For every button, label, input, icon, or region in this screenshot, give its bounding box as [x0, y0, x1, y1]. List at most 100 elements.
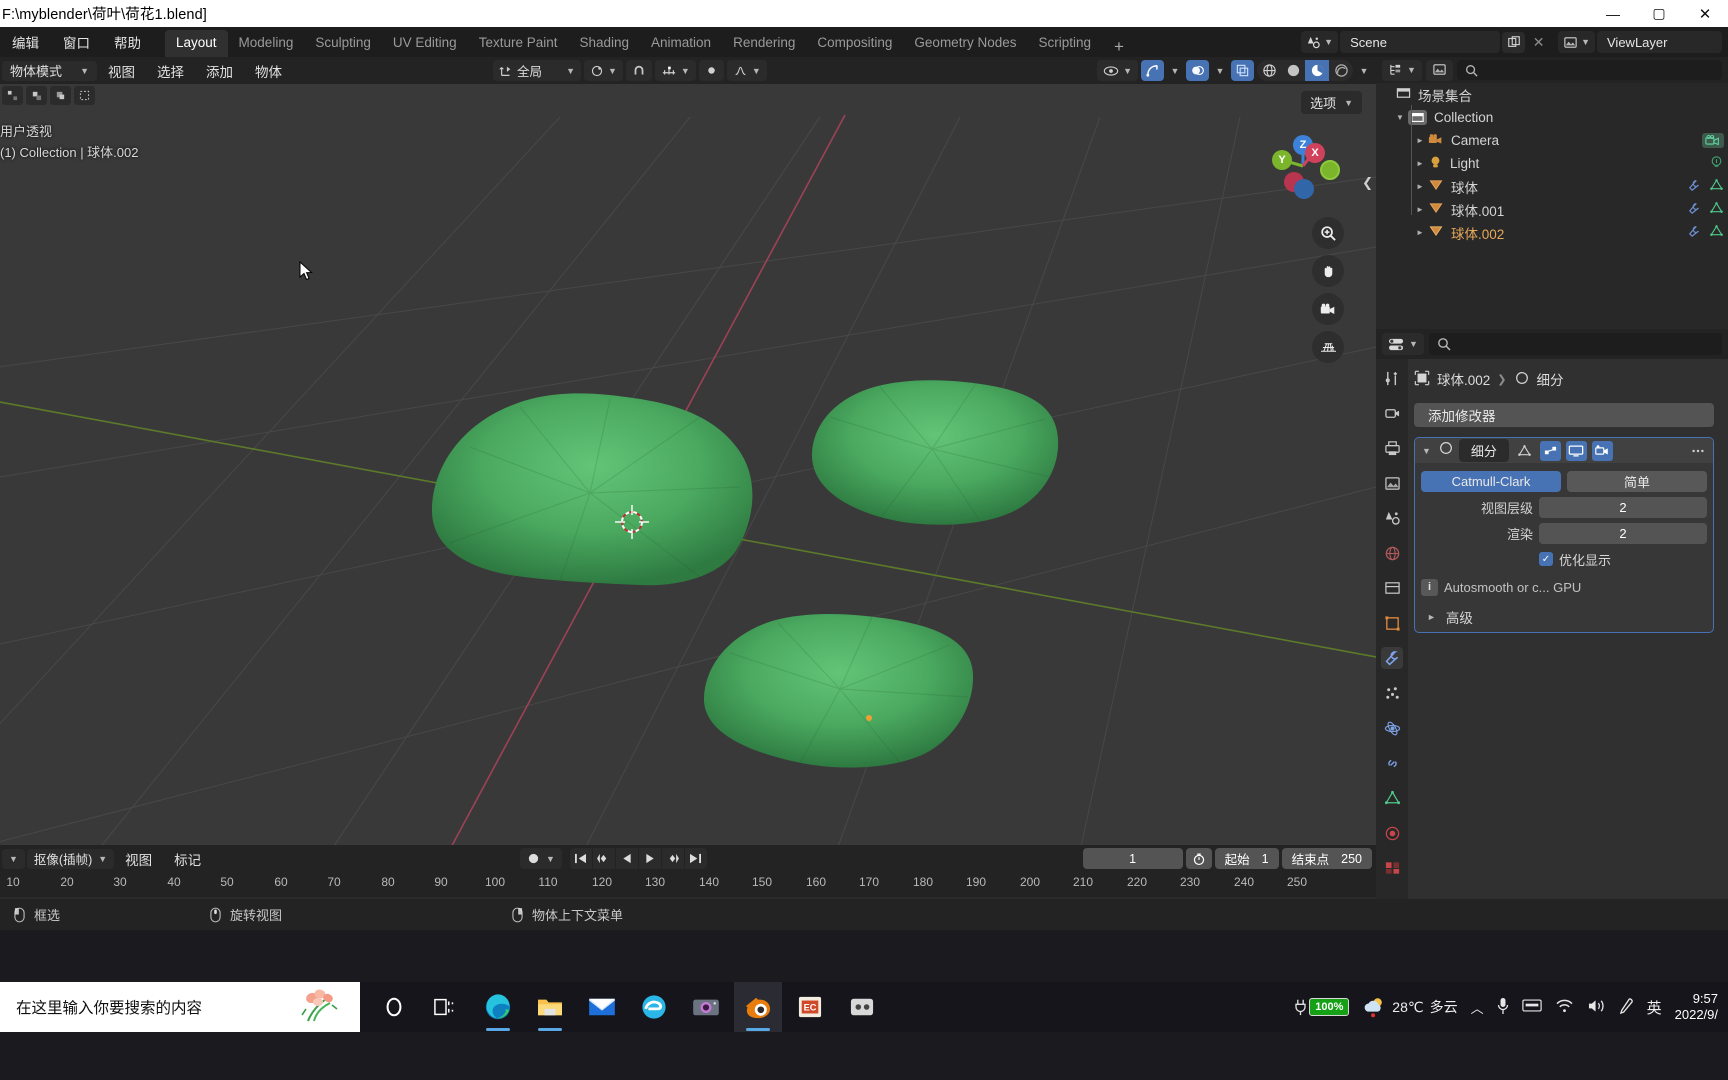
viewport-menu-view[interactable]: 视图 [97, 61, 146, 81]
use-preview-range-icon[interactable] [1185, 848, 1212, 869]
material-icon[interactable] [1381, 822, 1403, 844]
chevron-right-icon[interactable]: ► [1421, 612, 1436, 622]
chevron-up-icon[interactable]: ︿ [1471, 998, 1484, 1017]
chevron-down-icon[interactable]: ▼ [1356, 60, 1372, 81]
maximize-button[interactable]: ▢ [1636, 0, 1682, 27]
proportional-edit-button[interactable] [698, 60, 724, 81]
light-object-icon[interactable] [1709, 155, 1724, 172]
scene-icon[interactable] [1381, 507, 1403, 529]
chevron-down-icon[interactable]: ▼ [1167, 60, 1183, 81]
particles-icon[interactable] [1381, 682, 1403, 704]
grid-icon[interactable] [1312, 331, 1344, 363]
overlays-toggle-button[interactable] [1186, 60, 1209, 81]
current-frame-field[interactable]: 1 [1082, 848, 1183, 869]
gizmo-toggle-button[interactable] [1141, 60, 1164, 81]
jump-start-icon[interactable] [569, 848, 592, 869]
outliner-row-sphere[interactable]: ► 球体 [1376, 175, 1728, 198]
tab-animation[interactable]: Animation [640, 30, 722, 57]
chevron-down-icon[interactable]: ▼ [1420, 446, 1433, 456]
tool-icon[interactable] [1381, 367, 1403, 389]
outliner-row-collection[interactable]: ▼ Collection [1376, 106, 1728, 129]
modifier-panel[interactable]: ▼ 细分 Catmull-Clark 简单 视图层级 2 渲染 2 ✓ 优化显示… [1414, 437, 1714, 633]
texture-icon[interactable] [1381, 857, 1403, 879]
solid-icon[interactable] [1281, 60, 1305, 81]
3d-viewport[interactable]: 物体模式 ▼ 视图 选择 添加 物体 全局 ▼ ▼ ▼ ▼ ▼ ▼ ▼ ▼ 用户… [0, 57, 1376, 845]
properties-editor-type-dropdown[interactable]: ▼ [1382, 333, 1424, 355]
modifier-icon[interactable] [1686, 201, 1702, 218]
properties-editor[interactable]: ▼ 球体.002 ❯ 细分 添加修改器 ▼ 细分 Catmull-Clark 简… [1376, 329, 1728, 899]
mesh-data-icon[interactable] [1709, 201, 1724, 218]
transform-orientation-dropdown[interactable]: 全局 ▼ [493, 60, 581, 81]
sidebar-expand-arrow[interactable]: ❮ [1362, 175, 1373, 191]
outliner-row-camera[interactable]: ► Camera [1376, 129, 1728, 152]
edit-mode-icon[interactable] [1514, 441, 1535, 461]
outliner-row-light[interactable]: ► Light [1376, 152, 1728, 175]
camera-object-icon[interactable] [1702, 133, 1724, 148]
expand-icon[interactable]: ► [1412, 182, 1428, 191]
taskbar-search-input[interactable]: 在这里输入你要搜索的内容 [0, 982, 360, 1032]
viewlayer-name-field[interactable]: ViewLayer [1597, 31, 1722, 53]
viewport-levels-value[interactable]: 2 [1539, 496, 1707, 518]
play-reverse-icon[interactable] [615, 848, 638, 869]
volume-icon[interactable] [1587, 998, 1606, 1017]
modifier-extras-icon[interactable] [1687, 441, 1708, 461]
object-icon[interactable] [1381, 612, 1403, 634]
modifier-icon[interactable] [1381, 647, 1403, 669]
start-frame-field[interactable]: 起始 1 [1214, 848, 1279, 869]
gizmo-axis-neg-y[interactable] [1320, 160, 1340, 180]
menu-edit[interactable]: 编辑 [0, 32, 51, 52]
cortana-icon[interactable] [370, 982, 418, 1032]
tab-modeling[interactable]: Modeling [228, 30, 305, 57]
falloff-dropdown[interactable]: ▼ [726, 60, 767, 81]
render-icon[interactable] [1591, 440, 1613, 461]
mesh-data-icon[interactable] [1709, 178, 1724, 195]
expand-icon[interactable]: ► [1412, 159, 1428, 168]
clock[interactable]: 9:57 2022/9/ [1675, 991, 1722, 1023]
timeline-menu-marker[interactable]: 标记 [163, 849, 212, 869]
filter-icon[interactable] [1425, 59, 1453, 81]
data-icon[interactable] [1381, 787, 1403, 809]
editor-type-dropdown[interactable]: ▼ [2, 848, 25, 869]
tab-shading[interactable]: Shading [568, 30, 640, 57]
blender-icon[interactable] [734, 982, 782, 1032]
camera-app-icon[interactable] [682, 982, 730, 1032]
wifi-icon[interactable] [1555, 998, 1574, 1016]
expand-icon[interactable]: ► [1412, 228, 1428, 237]
weather-widget[interactable]: 28℃ 多云 [1362, 996, 1458, 1018]
tab-compositing[interactable]: Compositing [806, 30, 903, 57]
viewport-menu-add[interactable]: 添加 [195, 61, 244, 81]
breadcrumb-object-name[interactable]: 球体.002 [1437, 369, 1490, 389]
app-icon[interactable] [838, 982, 886, 1032]
camera-icon[interactable] [1312, 293, 1344, 325]
visibility-dropdown[interactable]: ▼ [1097, 60, 1138, 81]
world-icon[interactable] [1381, 542, 1403, 564]
render-icon[interactable] [1381, 402, 1403, 424]
viewlayer-icon[interactable]: ▼ [1558, 31, 1595, 53]
zoom-icon[interactable] [1312, 217, 1344, 249]
wireframe-icon[interactable] [1257, 60, 1281, 81]
gizmo-axis-neg-z[interactable] [1294, 179, 1314, 199]
xray-toggle-button[interactable] [1231, 60, 1254, 81]
close-button[interactable]: ✕ [1682, 0, 1728, 27]
keying-set-dropdown[interactable]: 抠像(插帧) ▼ [26, 848, 115, 869]
navigation-gizmo[interactable]: Z X Y [1266, 129, 1340, 203]
keyboard-icon[interactable] [1521, 998, 1542, 1016]
timeline-ruler[interactable]: 10 20 30 40 50 60 70 80 90 100 110 120 1… [0, 875, 1376, 897]
powerpoint-icon[interactable]: EC [786, 982, 834, 1032]
viewport-menu-select[interactable]: 选择 [146, 61, 195, 81]
menu-window[interactable]: 窗口 [51, 32, 102, 52]
outliner-row-sphere-001[interactable]: ► 球体.001 [1376, 198, 1728, 221]
outliner-row-scene-collection[interactable]: 场景集合 [1376, 83, 1728, 106]
expand-icon[interactable]: ► [1412, 136, 1428, 145]
chevron-down-icon[interactable]: ▼ [1212, 60, 1228, 81]
tab-sculpting[interactable]: Sculpting [304, 30, 382, 57]
add-workspace-button[interactable]: + [1102, 37, 1136, 57]
expand-icon[interactable]: ► [1412, 205, 1428, 214]
mesh-data-icon[interactable] [1709, 224, 1724, 241]
tab-scripting[interactable]: Scripting [1027, 30, 1102, 57]
select-mode-4-icon[interactable] [74, 86, 95, 105]
gizmo-axis-x[interactable]: X [1305, 143, 1325, 163]
mail-icon[interactable] [578, 982, 626, 1032]
constraint-icon[interactable] [1381, 752, 1403, 774]
viewlayer-icon[interactable] [1381, 472, 1403, 494]
